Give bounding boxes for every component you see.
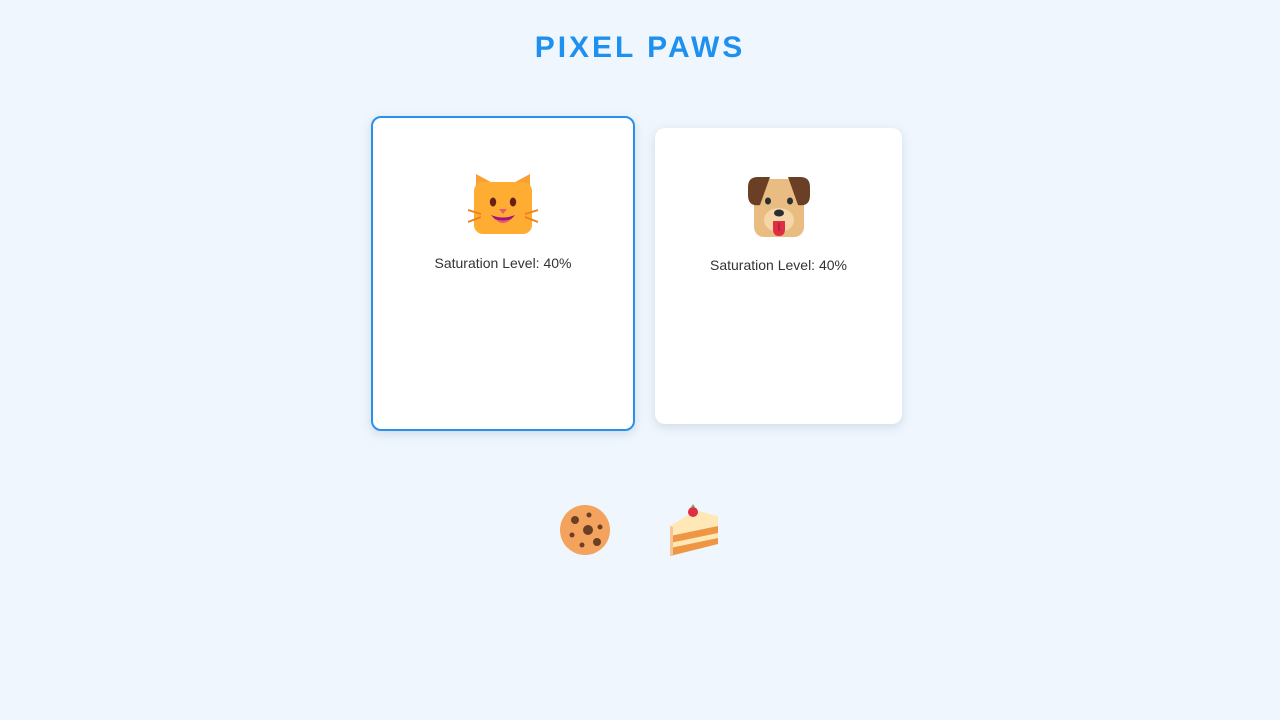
cookie-icon[interactable] <box>558 503 612 557</box>
saturation-level-label: Saturation Level: 40% <box>710 257 847 273</box>
cat-face-icon <box>468 174 538 234</box>
app-title: PIXEL PAWS <box>534 31 746 64</box>
dog-face-icon <box>747 177 810 237</box>
pet-card-dog[interactable]: Saturation Level: 40% <box>655 128 902 424</box>
saturation-level-label: Saturation Level: 40% <box>434 255 572 271</box>
cake-slice-icon[interactable] <box>666 502 720 556</box>
pet-card-cat[interactable]: Saturation Level: 40% <box>371 116 635 431</box>
